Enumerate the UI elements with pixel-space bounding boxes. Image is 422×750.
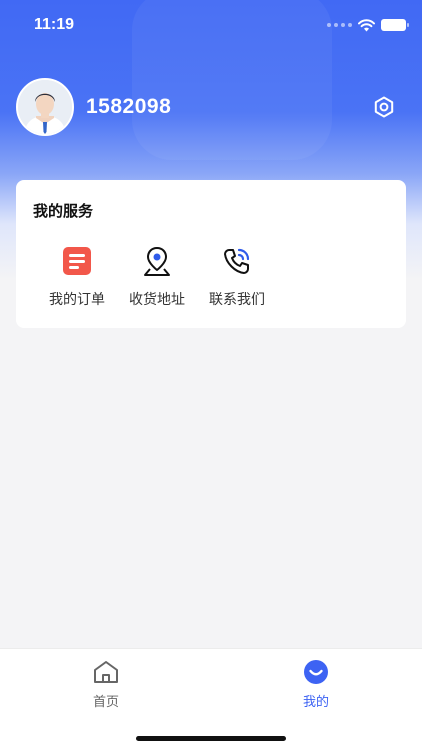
home-icon — [94, 661, 118, 683]
bottom-tab-bar: 首页 我的 — [0, 648, 422, 750]
smile-profile-icon — [304, 660, 328, 684]
service-contact-us[interactable]: 联系我们 — [197, 244, 277, 309]
wifi-icon — [358, 18, 375, 31]
service-label: 我的订单 — [49, 292, 105, 308]
username: 1582098 — [86, 95, 172, 118]
service-label: 收货地址 — [129, 292, 185, 308]
home-indicator — [136, 736, 286, 741]
tab-label: 首页 — [92, 695, 119, 710]
status-bar: 11:19 — [0, 0, 422, 50]
user-avatar-icon — [18, 80, 72, 134]
services-card: 我的服务 我的订单 收货地址 联系我们 — [16, 180, 406, 328]
battery-icon — [381, 19, 409, 31]
location-pin-icon — [144, 247, 170, 276]
tab-home[interactable]: 首页 — [66, 659, 146, 710]
services-title: 我的服务 — [33, 202, 94, 220]
service-label: 联系我们 — [209, 292, 265, 308]
service-my-orders[interactable]: 我的订单 — [37, 244, 117, 309]
order-list-icon — [63, 247, 91, 275]
settings-hexagon-icon — [374, 96, 394, 118]
status-time: 11:19 — [34, 16, 75, 33]
signal-icon — [327, 23, 352, 27]
status-icons — [327, 16, 409, 34]
tab-mine[interactable]: 我的 — [276, 659, 356, 710]
service-shipping-address[interactable]: 收货地址 — [117, 244, 197, 309]
profile-header[interactable]: 1582098 — [16, 78, 171, 136]
tab-label: 我的 — [302, 695, 329, 710]
avatar[interactable] — [16, 78, 74, 136]
settings-button[interactable] — [372, 95, 396, 119]
phone-call-icon — [224, 248, 250, 274]
